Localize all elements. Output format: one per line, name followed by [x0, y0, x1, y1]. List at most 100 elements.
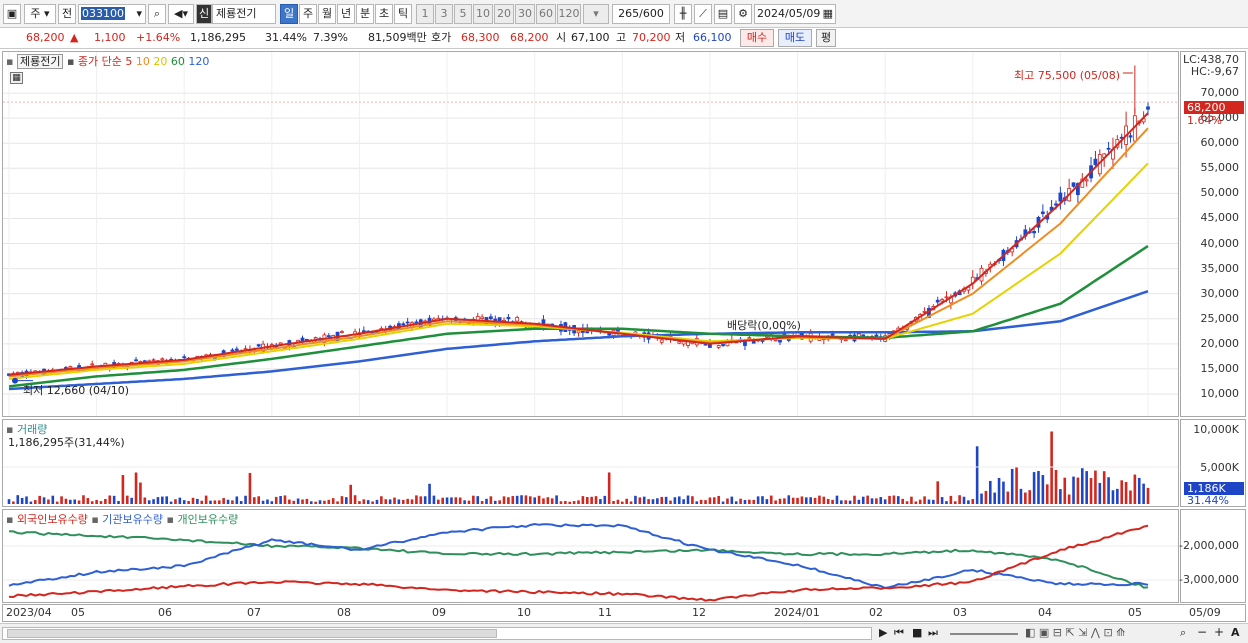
chevron-down-icon[interactable]: ▾ [136, 5, 142, 23]
volume-bar [314, 501, 317, 504]
volume-bar [209, 500, 212, 504]
volume-bar [743, 500, 747, 504]
price-chart-panel[interactable]: ▪ 제룡전기 ▪ 종가 단순 5 10 20 60 120 ▦ 최고 75,50… [2, 51, 1179, 417]
period-minute-button[interactable]: 분 [356, 4, 374, 24]
custom-interval-select[interactable]: ▾ [583, 4, 609, 24]
date-input[interactable]: 2024/05/09 ▦ [754, 4, 836, 24]
volume-bar [42, 497, 46, 504]
ma-label: 종가 단순 [77, 55, 122, 68]
stop-icon[interactable]: ■ [912, 626, 922, 639]
volume-bar [800, 496, 804, 504]
period-year-button[interactable]: 년 [337, 4, 355, 24]
interval-20-button[interactable]: 20 [494, 4, 514, 24]
volume-bar [787, 495, 791, 504]
volume-bar [511, 496, 515, 504]
volume-bar [542, 498, 545, 504]
zoom-out-icon[interactable]: − [1197, 625, 1207, 639]
volume-value-text: 1,186,295주(31,44%) [8, 436, 125, 449]
volume-tick-10000k: 10,000K [1193, 423, 1239, 436]
volume-bar [445, 497, 449, 504]
x-label: 03 [953, 606, 967, 619]
volume-bar [875, 498, 878, 504]
candle-body [1040, 211, 1045, 215]
volume-bar [721, 501, 725, 504]
volume-bar [441, 497, 444, 504]
layout-icon[interactable]: ▣ [3, 4, 21, 24]
volume-bar [134, 472, 138, 504]
volume-bar [274, 496, 278, 504]
volume-bar [927, 499, 931, 504]
price-tick-label: 55,000 [1200, 161, 1240, 175]
period-tick-button[interactable]: 틱 [394, 4, 412, 24]
volume-panel[interactable]: ▪ 거래량 1,186,295주(31,44%) [2, 419, 1179, 507]
scrollbar-thumb[interactable] [7, 629, 497, 638]
zoom-search-icon[interactable]: ⌕ [1180, 626, 1186, 640]
draw-tool-icon[interactable]: ⟋ [694, 4, 712, 24]
tool-icons[interactable]: ◧ ▣ ⊟ ⇱ ⇲ ⋀ ⊡ ⟰ [1025, 626, 1125, 639]
volume-bar [213, 500, 217, 504]
volume-bar [82, 495, 85, 504]
volume-bar [1080, 468, 1084, 504]
eval-button[interactable]: 평 [816, 29, 836, 47]
volume-bar [340, 496, 344, 504]
volume-bar [428, 483, 431, 504]
gear-icon[interactable]: ⚙ [734, 4, 752, 24]
volume-bar [826, 498, 830, 504]
legend-marker: ▪ [6, 513, 14, 526]
calendar-icon[interactable]: ▦ [823, 5, 833, 23]
volume-bar [537, 495, 541, 504]
price-tick-label: 70,000 [1200, 86, 1240, 100]
prev-button[interactable]: 전 [58, 4, 76, 24]
volume-chart[interactable] [3, 420, 1178, 506]
period-week-button[interactable]: 주 [299, 4, 317, 24]
interval-60-button[interactable]: 60 [536, 4, 556, 24]
search-icon[interactable]: ⌕ [148, 4, 166, 24]
volume-bar [866, 495, 869, 504]
candle-body [576, 330, 581, 334]
volume-bar [362, 499, 366, 504]
rewind-icon[interactable]: ⏮ [894, 626, 904, 640]
volume-bar [756, 496, 760, 504]
interval-30-button[interactable]: 30 [515, 4, 535, 24]
sell-button[interactable]: 매도 [778, 29, 812, 47]
volume-bar [673, 497, 677, 504]
volume-bar [953, 501, 957, 504]
save-icon[interactable]: ▤ [714, 4, 732, 24]
table-icon[interactable]: ▦ [10, 72, 23, 84]
price-chart[interactable] [3, 52, 1178, 416]
volume-bar [1059, 489, 1062, 504]
stock-code-input[interactable]: 033100 ▾ [78, 4, 146, 24]
volume-bar [734, 501, 738, 504]
volume-bar [480, 501, 484, 504]
count-field[interactable]: 265/600 [612, 4, 670, 24]
interval-3-button[interactable]: 3 [435, 4, 453, 24]
interval-1-button[interactable]: 1 [416, 4, 434, 24]
scrollbar-track[interactable] [2, 627, 872, 640]
interval-5-button[interactable]: 5 [454, 4, 472, 24]
zoom-in-icon[interactable]: + [1214, 625, 1224, 639]
zoom-slider[interactable] [950, 633, 1018, 635]
volume-bar [923, 496, 926, 504]
ask-price: 68,300 [461, 31, 500, 44]
price-tick-label: 30,000 [1200, 286, 1240, 300]
volume-bar [546, 497, 550, 504]
volume-bar [200, 500, 204, 504]
buy-button[interactable]: 매수 [740, 29, 774, 47]
volume-bar [914, 501, 918, 504]
period-select[interactable]: 주 ▾ [24, 4, 56, 24]
volume-bar [108, 495, 112, 504]
interval-120-button[interactable]: 120 [557, 4, 581, 24]
volume-bar [791, 497, 795, 504]
font-size-icon[interactable]: A [1231, 626, 1240, 639]
interval-10-button[interactable]: 10 [473, 4, 493, 24]
speaker-icon[interactable]: ◀▾ [168, 4, 194, 24]
candle-icon[interactable]: ╫ [674, 4, 692, 24]
period-second-button[interactable]: 초 [375, 4, 393, 24]
fast-forward-icon[interactable]: ⏭ [928, 626, 938, 640]
period-day-button[interactable]: 일 [280, 4, 298, 24]
holding-panel[interactable]: ▪ 외국인보유수량 ▪ 기관보유수량 ▪ 개인보유수량 [2, 509, 1179, 603]
volume-bar [559, 501, 563, 504]
current-price: 68,200 [26, 31, 65, 44]
scroll-right-icon[interactable]: ▶ [879, 626, 887, 639]
period-month-button[interactable]: 월 [318, 4, 336, 24]
